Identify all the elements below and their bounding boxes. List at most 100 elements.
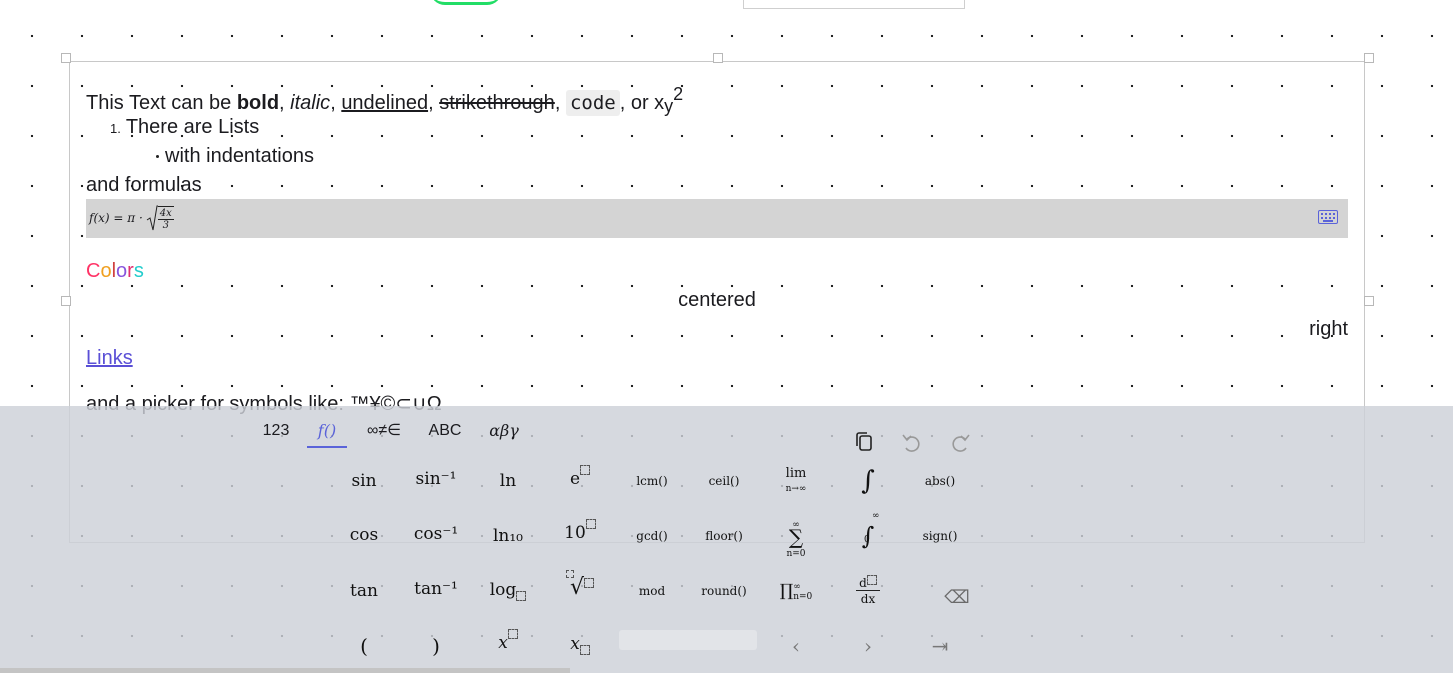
key-gcd[interactable]: gcd(): [618, 514, 686, 558]
key-pow10[interactable]: 10: [546, 511, 614, 555]
key-log10[interactable]: ln₁₀: [474, 514, 542, 558]
key-subscript[interactable]: x: [546, 622, 614, 666]
code-text: code: [565, 90, 620, 116]
key-exp-base: e: [569, 469, 581, 489]
key-arcsin[interactable]: sin⁻¹: [402, 457, 470, 501]
key-subscript-base: x: [570, 634, 580, 654]
key-sign[interactable]: sign(): [906, 514, 974, 558]
key-sum[interactable]: ∞ ∑ n=0: [762, 510, 830, 562]
horizontal-scrollbar[interactable]: [0, 668, 570, 673]
bold-text: bold: [236, 92, 280, 114]
colored-letter: s: [133, 260, 144, 282]
virtual-keyboard-toggle-icon[interactable]: [1318, 210, 1338, 224]
placeholder-box: [507, 629, 518, 639]
key-close-paren[interactable]: ): [402, 624, 470, 668]
resize-handle[interactable]: [61, 53, 71, 63]
backspace-icon[interactable]: ⌫: [923, 576, 991, 620]
tab-numeric[interactable]: 123: [255, 416, 297, 446]
math-field[interactable]: f(x) = π · 4x 3: [86, 199, 1348, 238]
colored-letter: o: [100, 260, 112, 282]
superscript-text: 2: [673, 84, 684, 104]
text: , or x: [619, 92, 665, 114]
key-superscript-base: x: [498, 633, 508, 653]
key-exp[interactable]: e: [546, 457, 614, 501]
fraction-numerator: 4x: [157, 207, 174, 220]
key-integral-bottom: 0: [864, 535, 870, 545]
key-open-paren[interactable]: (: [330, 624, 398, 668]
spacebar[interactable]: [619, 630, 757, 650]
key-tan[interactable]: tan: [330, 569, 398, 613]
decorative-shape: [430, 0, 502, 5]
italic-text: italic: [290, 92, 331, 114]
placeholder-box: [580, 465, 591, 475]
key-limit-label: lim: [785, 466, 807, 481]
right-aligned-text: right: [1309, 318, 1348, 340]
key-round[interactable]: round(): [690, 569, 758, 613]
radical-icon: [146, 205, 158, 231]
formulas-label: and formulas: [86, 174, 202, 196]
list-number: 1.: [110, 121, 121, 136]
fraction: 4x 3: [157, 205, 174, 231]
subscript-text: y: [664, 96, 674, 116]
fraction-denominator: 3: [162, 219, 169, 231]
key-integral[interactable]: ∫: [834, 459, 902, 503]
strikethrough-text: strikethrough: [439, 92, 555, 114]
key-log-base[interactable]: log: [474, 568, 542, 612]
tab-functions[interactable]: f(): [307, 416, 347, 448]
key-floor[interactable]: floor(): [690, 514, 758, 558]
tab-symbols[interactable]: ∞≠∈: [361, 416, 407, 446]
key-sum-symbol: ∑: [788, 525, 804, 549]
key-lcm[interactable]: lcm(): [618, 459, 686, 503]
key-pow10-base: 10: [564, 523, 586, 543]
key-ln[interactable]: ln: [474, 459, 542, 503]
key-superscript[interactable]: x: [474, 621, 542, 665]
top-input-box[interactable]: [743, 0, 965, 9]
key-definite-integral[interactable]: ∫ ∞ 0: [834, 511, 902, 558]
resize-handle[interactable]: [1364, 53, 1374, 63]
resize-handle[interactable]: [713, 53, 723, 63]
key-derivative[interactable]: d dx: [834, 569, 902, 613]
formatting-line: This Text can be bold, italic, undelined…: [86, 82, 683, 118]
formula: f(x) = π · 4x 3: [89, 202, 174, 234]
tab-greek[interactable]: αβγ: [482, 416, 526, 446]
key-mod[interactable]: mod: [618, 569, 686, 613]
placeholder-box: [584, 578, 595, 588]
key-root-symbol: √: [569, 575, 585, 600]
underlined-text: undelined: [341, 92, 429, 114]
key-arctan[interactable]: tan⁻¹: [402, 567, 470, 611]
redo-icon[interactable]: [949, 431, 971, 453]
cursor-right-icon[interactable]: ›: [834, 624, 902, 668]
key-limit[interactable]: lim n→∞: [762, 459, 830, 503]
keyboard-tabs: 123 f() ∞≠∈ ABC αβγ: [0, 416, 1453, 452]
sublist-item-text: with indentations: [165, 145, 314, 167]
key-limit-sub: n→∞: [785, 484, 807, 494]
link[interactable]: Links: [86, 346, 133, 370]
undo-icon[interactable]: [901, 431, 923, 453]
key-derivative-bottom: dx: [860, 592, 876, 606]
bullet-icon: [156, 155, 159, 159]
copy-icon[interactable]: [853, 431, 875, 453]
placeholder-box: [866, 575, 877, 585]
text: ,: [330, 92, 342, 114]
tab-alphabetic[interactable]: ABC: [424, 416, 466, 446]
centered-text: centered: [678, 289, 756, 311]
key-integral-top: ∞: [872, 511, 880, 521]
key-ceil[interactable]: ceil(): [690, 459, 758, 503]
text: ,: [554, 92, 566, 114]
colors-text: Colors: [86, 259, 144, 283]
key-nth-root[interactable]: √: [546, 566, 614, 610]
key-cos[interactable]: cos: [330, 513, 398, 557]
resize-handle[interactable]: [1364, 296, 1374, 306]
key-log-label: log: [489, 580, 517, 600]
key-product[interactable]: ∏∞ n=0: [762, 569, 830, 613]
cursor-left-icon[interactable]: ‹: [762, 624, 830, 668]
sublist-item: with indentations: [156, 144, 314, 168]
key-abs[interactable]: abs(): [906, 459, 974, 503]
tab-next-icon[interactable]: ⇥: [906, 624, 974, 668]
key-arccos[interactable]: cos⁻¹: [402, 512, 470, 556]
key-sum-bottom: n=0: [786, 549, 806, 559]
link-text[interactable]: Links: [86, 347, 133, 369]
key-derivative-top: d: [856, 575, 880, 591]
text: This Text can be: [86, 92, 237, 114]
key-sin[interactable]: sin: [330, 459, 398, 503]
